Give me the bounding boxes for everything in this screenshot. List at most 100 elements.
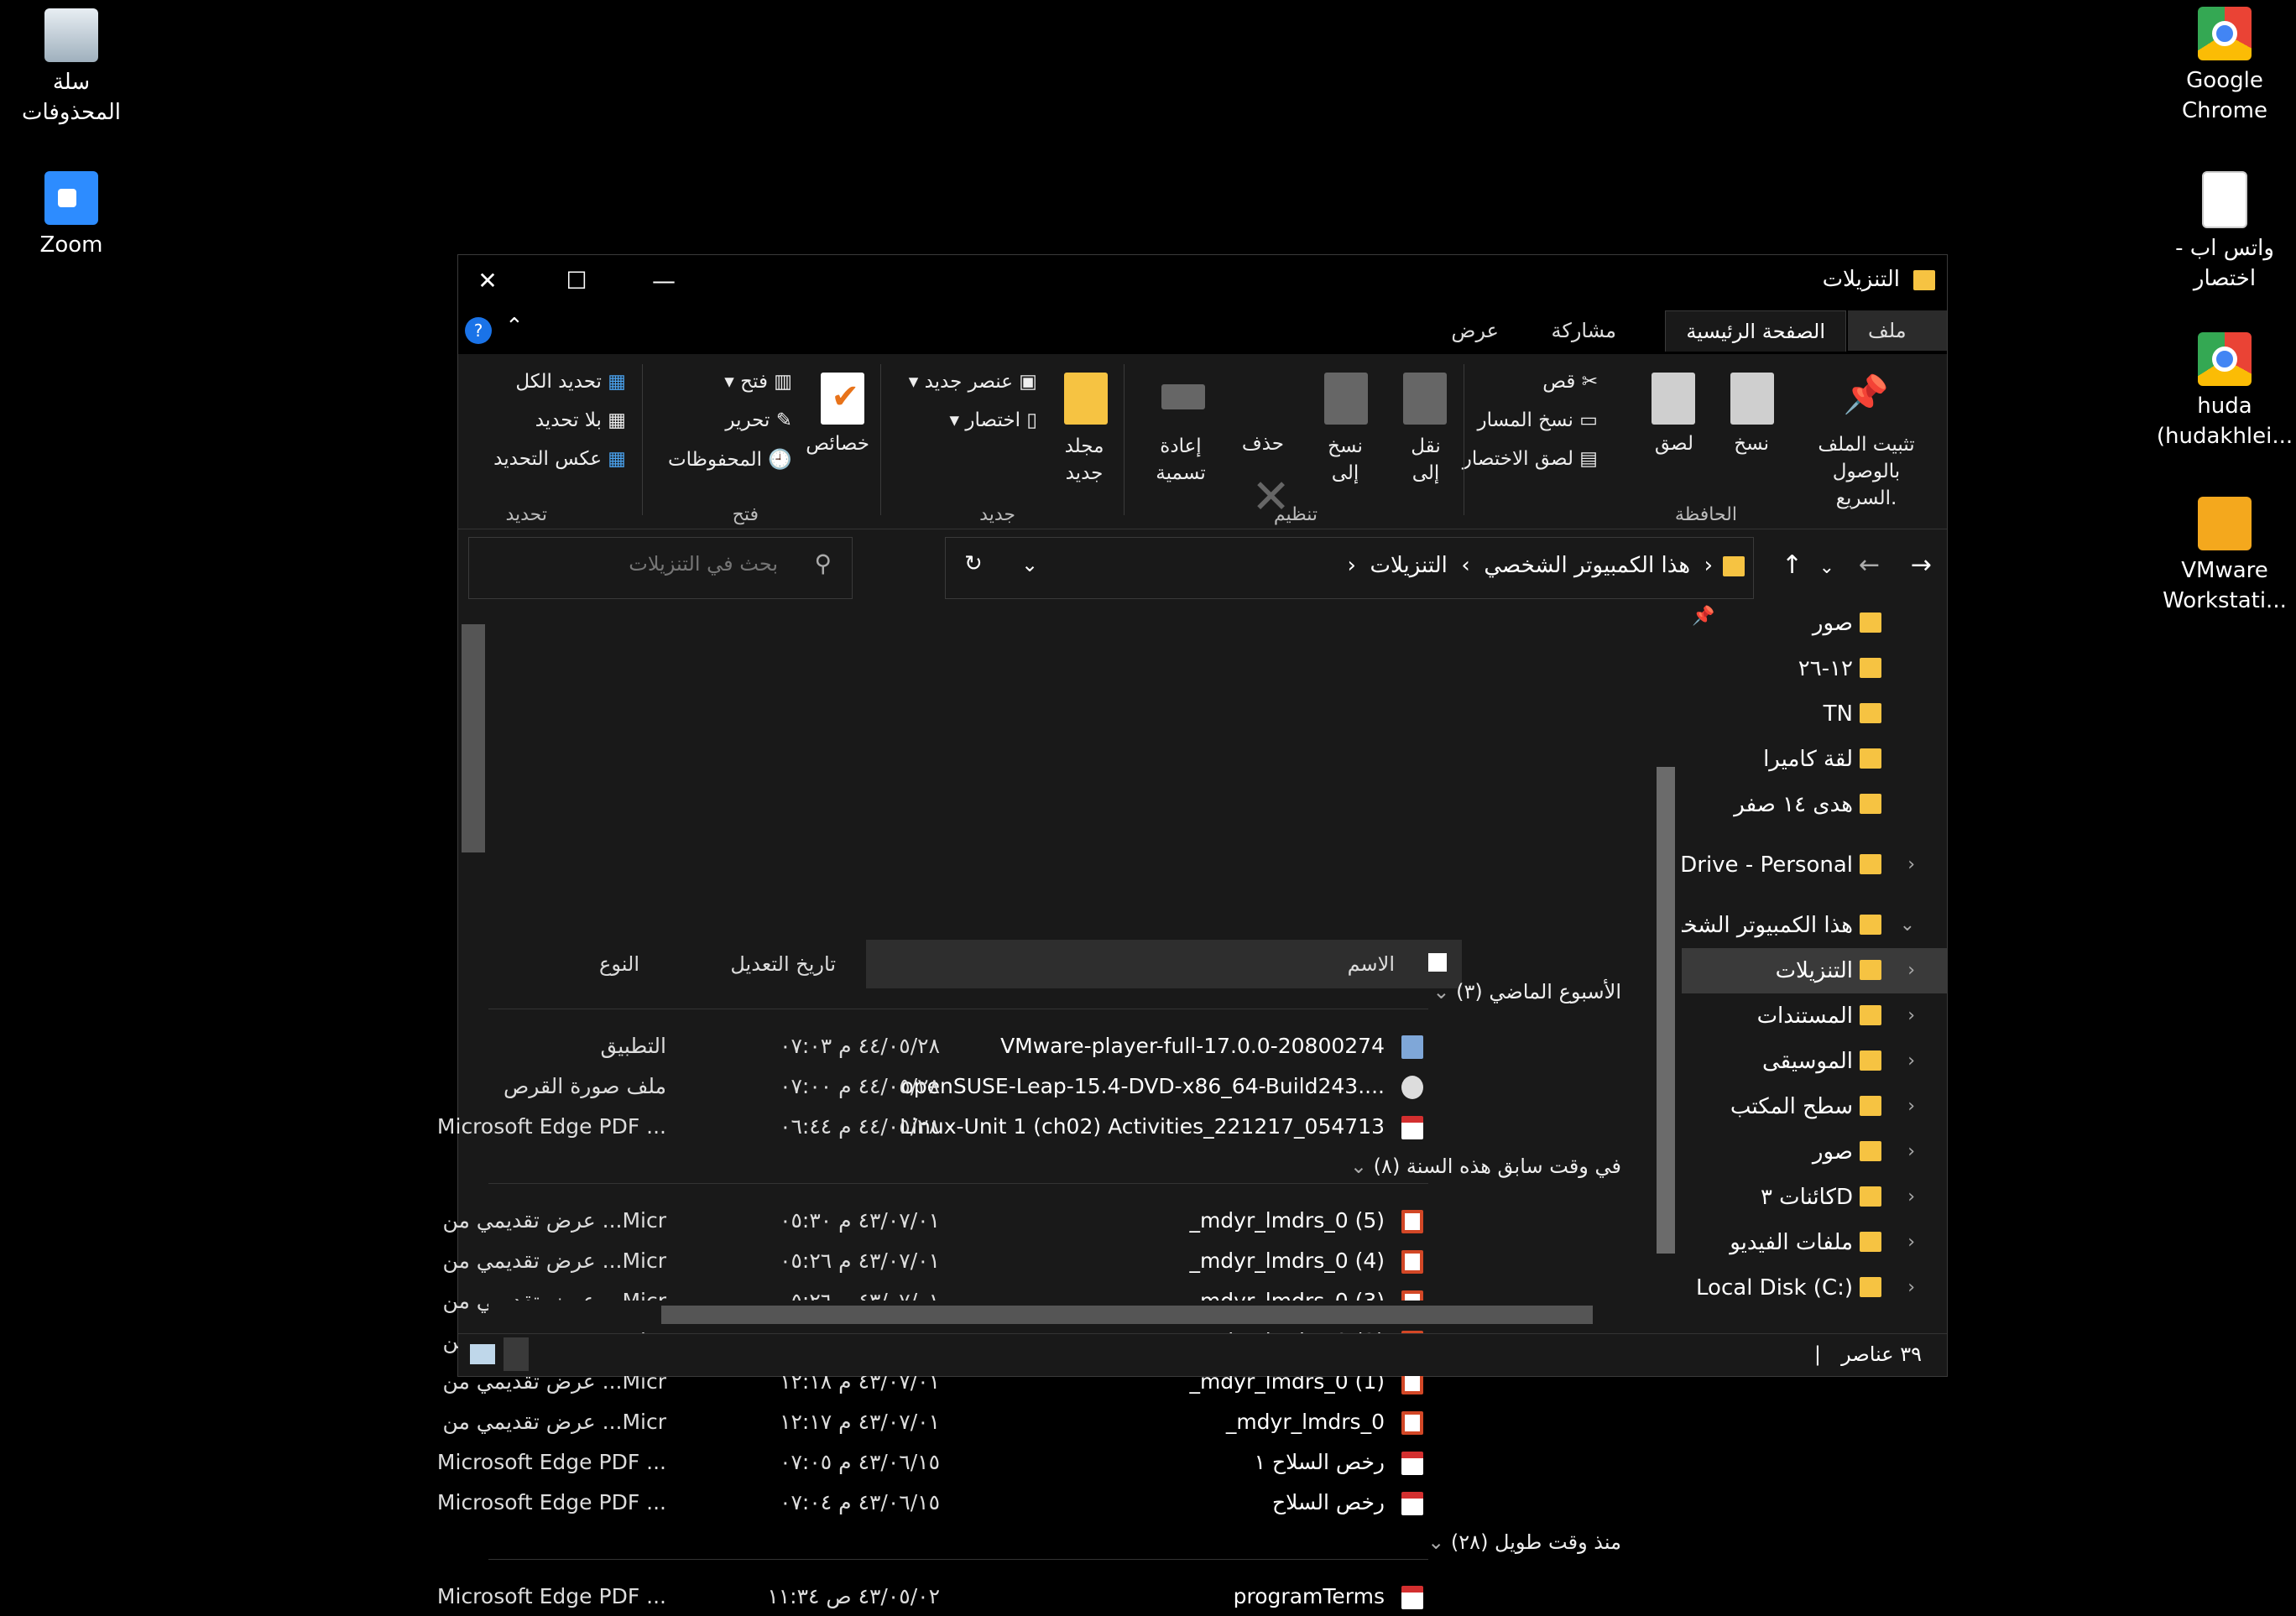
edit-button[interactable]: تحرير ✎	[725, 409, 792, 431]
nav-item[interactable]: سطح المكتب ›	[1682, 1084, 1947, 1129]
file-row[interactable]: VMware-player-full-17.0.0-20800274 ٤٤/٠٥/…	[514, 1027, 1453, 1066]
nav-item[interactable]: هذا الكمبيوتر الشخصي ⌄	[1682, 903, 1947, 948]
nav-chevron-icon[interactable]: ›	[1907, 1175, 1915, 1220]
back-arrow-icon[interactable]: →	[1911, 550, 1932, 580]
copy-path-button[interactable]: نسخ المسار ▭	[1478, 409, 1598, 431]
select-all-button[interactable]: تحديد الكل ▦	[515, 371, 626, 393]
file-row[interactable]: رخص السلاح ٤٣/٠٦/١٥ م ٠٧:٠٤ Microsoft Edge…	[437, 1483, 1453, 1522]
pin-button[interactable]: تثبيت الملف بالوصول السريع.	[1799, 431, 1933, 512]
history-button[interactable]: المحفوظات 🕘	[668, 448, 792, 471]
file-row[interactable]: _mdyr_lmdrs_0 (5) ٤٣/٠٧/٠١ م ٠٥:٣٠ عرض تقد…	[442, 1202, 1453, 1240]
nav-chevron-icon[interactable]: ›	[1907, 1039, 1915, 1084]
properties-button[interactable]: خصائص	[806, 433, 869, 455]
horizontal-scrollbar[interactable]	[488, 1301, 1652, 1329]
nav-folder-icon	[1860, 1005, 1881, 1025]
desktop-whatsapp-shortcut[interactable]: واتس اب - اختصار	[2145, 171, 2296, 294]
nav-item[interactable]: TN	[1682, 691, 1947, 737]
close-button[interactable]: ✕	[458, 262, 517, 300]
search-input[interactable]	[508, 551, 780, 576]
desktop-zoom[interactable]: Zoom	[0, 171, 151, 260]
group-header[interactable]: ⌄ منذ وقت طويل (٢٨)	[1419, 1530, 1621, 1554]
tab-home[interactable]: الصفحة الرئيسية	[1665, 310, 1846, 352]
maximize-button[interactable]: ☐	[547, 262, 606, 300]
search-box[interactable]: ⚲	[468, 537, 853, 599]
details-view-icon[interactable]	[470, 1344, 495, 1364]
breadcrumb-this-pc[interactable]: هذا الكمبيوتر الشخصي	[1484, 553, 1690, 578]
cut-button[interactable]: قص ✂	[1542, 371, 1598, 393]
easy-access-button[interactable]: ▾ اختصار ▯	[950, 409, 1037, 431]
delete-button[interactable]: حذف	[1242, 433, 1284, 455]
nav-item[interactable]: التنزيلات ›	[1682, 948, 1947, 993]
nav-item[interactable]: كائنات ٣D ›	[1682, 1175, 1947, 1220]
nav-item[interactable]: OneDrive - Personal ›	[1682, 842, 1947, 888]
open-button[interactable]: ▾ فتح ▥	[724, 371, 792, 393]
tab-share[interactable]: مشاركة	[1532, 310, 1636, 351]
nav-item[interactable]: المستندات ›	[1682, 993, 1947, 1039]
edit-icon: ✎	[775, 409, 792, 431]
column-header-name[interactable]: الاسم	[866, 940, 1462, 988]
copy-to-button[interactable]: نسخ إلى	[1318, 433, 1373, 487]
address-dropdown-icon[interactable]: ⌄	[1021, 553, 1038, 576]
horizontal-scrollbar-thumb[interactable]	[661, 1306, 1593, 1324]
nav-chevron-icon[interactable]: ›	[1907, 1129, 1915, 1175]
file-row[interactable]: _mdyr_lmdrs_0 (4) ٤٣/٠٧/٠١ م ٠٥:٢٦ عرض تقد…	[442, 1242, 1453, 1280]
nav-item-label: TN	[1823, 701, 1853, 727]
desktop-google-chrome[interactable]: Google Chrome	[2145, 7, 2296, 126]
vertical-scrollbar[interactable]	[1652, 607, 1682, 1329]
scrollbar-thumb[interactable]	[1657, 767, 1675, 1254]
desktop-vmware[interactable]: VMware Workstati...	[2145, 497, 2296, 616]
file-row[interactable]: programTerms ٤٣/٠٥/٠٢ ص ١١:٣٤ Microsoft Ed…	[437, 1577, 1453, 1616]
minimize-button[interactable]: —	[634, 262, 693, 300]
nav-item[interactable]: Local Disk (C:) ›	[1682, 1265, 1947, 1311]
nav-item[interactable]: صور	[1682, 601, 1947, 646]
select-all-checkbox[interactable]	[1428, 953, 1447, 972]
desktop-chrome-profile[interactable]: huda (hudakhlei...	[2145, 332, 2296, 451]
copy-button[interactable]: نسخ	[1734, 433, 1769, 455]
new-folder-button[interactable]: مجلد جديد	[1059, 433, 1109, 487]
column-header-date[interactable]: تاريخ التعديل	[639, 940, 866, 988]
refresh-icon[interactable]: ↻	[964, 551, 983, 576]
tab-view[interactable]: عرض	[1431, 310, 1519, 351]
new-item-button[interactable]: ▾ عنصر جديد ▣	[909, 371, 1037, 393]
forward-arrow-icon[interactable]: ←	[1859, 550, 1880, 580]
nav-chevron-icon[interactable]: ›	[1907, 842, 1915, 888]
recent-locations-icon[interactable]: ⌄	[1819, 557, 1834, 578]
column-header-type[interactable]: النوع	[488, 940, 639, 988]
file-row[interactable]: _mdyr_lmdrs_0 ٤٣/٠٧/٠١ م ١٢:١٧ عرض تقديمي …	[442, 1403, 1453, 1441]
nav-item[interactable]: لقة كاميرا	[1682, 737, 1947, 782]
nav-item[interactable]: الموسيقى ›	[1682, 1039, 1947, 1084]
breadcrumb-downloads[interactable]: التنزيلات	[1370, 553, 1447, 578]
nav-chevron-icon[interactable]: ›	[1907, 1220, 1915, 1265]
nav-chevron-icon[interactable]: ›	[1907, 993, 1915, 1039]
new-group-label: جديد	[979, 504, 1015, 525]
file-row[interactable]: Linux-Unit 1 (ch02) Activities_221217_05…	[437, 1108, 1453, 1146]
nav-item[interactable]: ١٢-٢٦	[1682, 646, 1947, 691]
nav-item[interactable]: صور ›	[1682, 1129, 1947, 1175]
nav-item-label: كائنات ٣D	[1760, 1185, 1853, 1210]
nav-item[interactable]: هدى ١٤ صفر	[1682, 782, 1947, 827]
nav-chevron-icon[interactable]: ›	[1907, 948, 1915, 993]
collapse-ribbon-icon[interactable]: ⌃	[505, 314, 524, 339]
nav-chevron-icon[interactable]: ⌄	[1900, 903, 1915, 948]
whatsapp-label: واتس اب - اختصار	[2175, 236, 2274, 291]
group-header[interactable]: ⌄ في وقت سابق هذه السنة (٨)	[1342, 1155, 1621, 1178]
select-none-button[interactable]: بلا تحديد ▦	[535, 409, 626, 431]
paste-shortcut-button[interactable]: لصق الاختصار ▤	[1463, 448, 1598, 470]
invert-selection-button[interactable]: عكس التحديد ▦	[493, 448, 626, 470]
move-to-button[interactable]: نقل إلى	[1398, 433, 1453, 487]
help-icon[interactable]: ?	[465, 317, 492, 344]
tab-file[interactable]: ملف	[1848, 310, 1947, 351]
group-header[interactable]: ⌄ الأسبوع الماضي (٣)	[1424, 980, 1621, 1003]
nav-item[interactable]: ملفات الفيديو ›	[1682, 1220, 1947, 1265]
up-arrow-icon[interactable]: ↑	[1782, 550, 1803, 580]
desktop-recycle-bin[interactable]: سلة المحذوفات	[0, 8, 151, 128]
nav-chevron-icon[interactable]: ›	[1907, 1265, 1915, 1311]
large-icons-view-icon[interactable]	[504, 1337, 529, 1371]
rename-button[interactable]: إعادة تسمية	[1151, 433, 1210, 487]
paste-button[interactable]: لصق	[1655, 433, 1693, 455]
nav-chevron-icon[interactable]: ›	[1907, 1084, 1915, 1129]
file-row[interactable]: openSUSE-Leap-15.4-DVD-x86_64-Build243..…	[504, 1067, 1453, 1106]
address-bar[interactable]: › هذا الكمبيوتر الشخصي › التنزيلات › ⌄ ↻	[945, 537, 1754, 599]
file-row[interactable]: رخص السلاح ١ ٤٣/٠٦/١٥ م ٠٧:٠٥ Microsoft Ed…	[437, 1443, 1453, 1482]
left-scrollbar-thumb[interactable]	[462, 624, 485, 852]
